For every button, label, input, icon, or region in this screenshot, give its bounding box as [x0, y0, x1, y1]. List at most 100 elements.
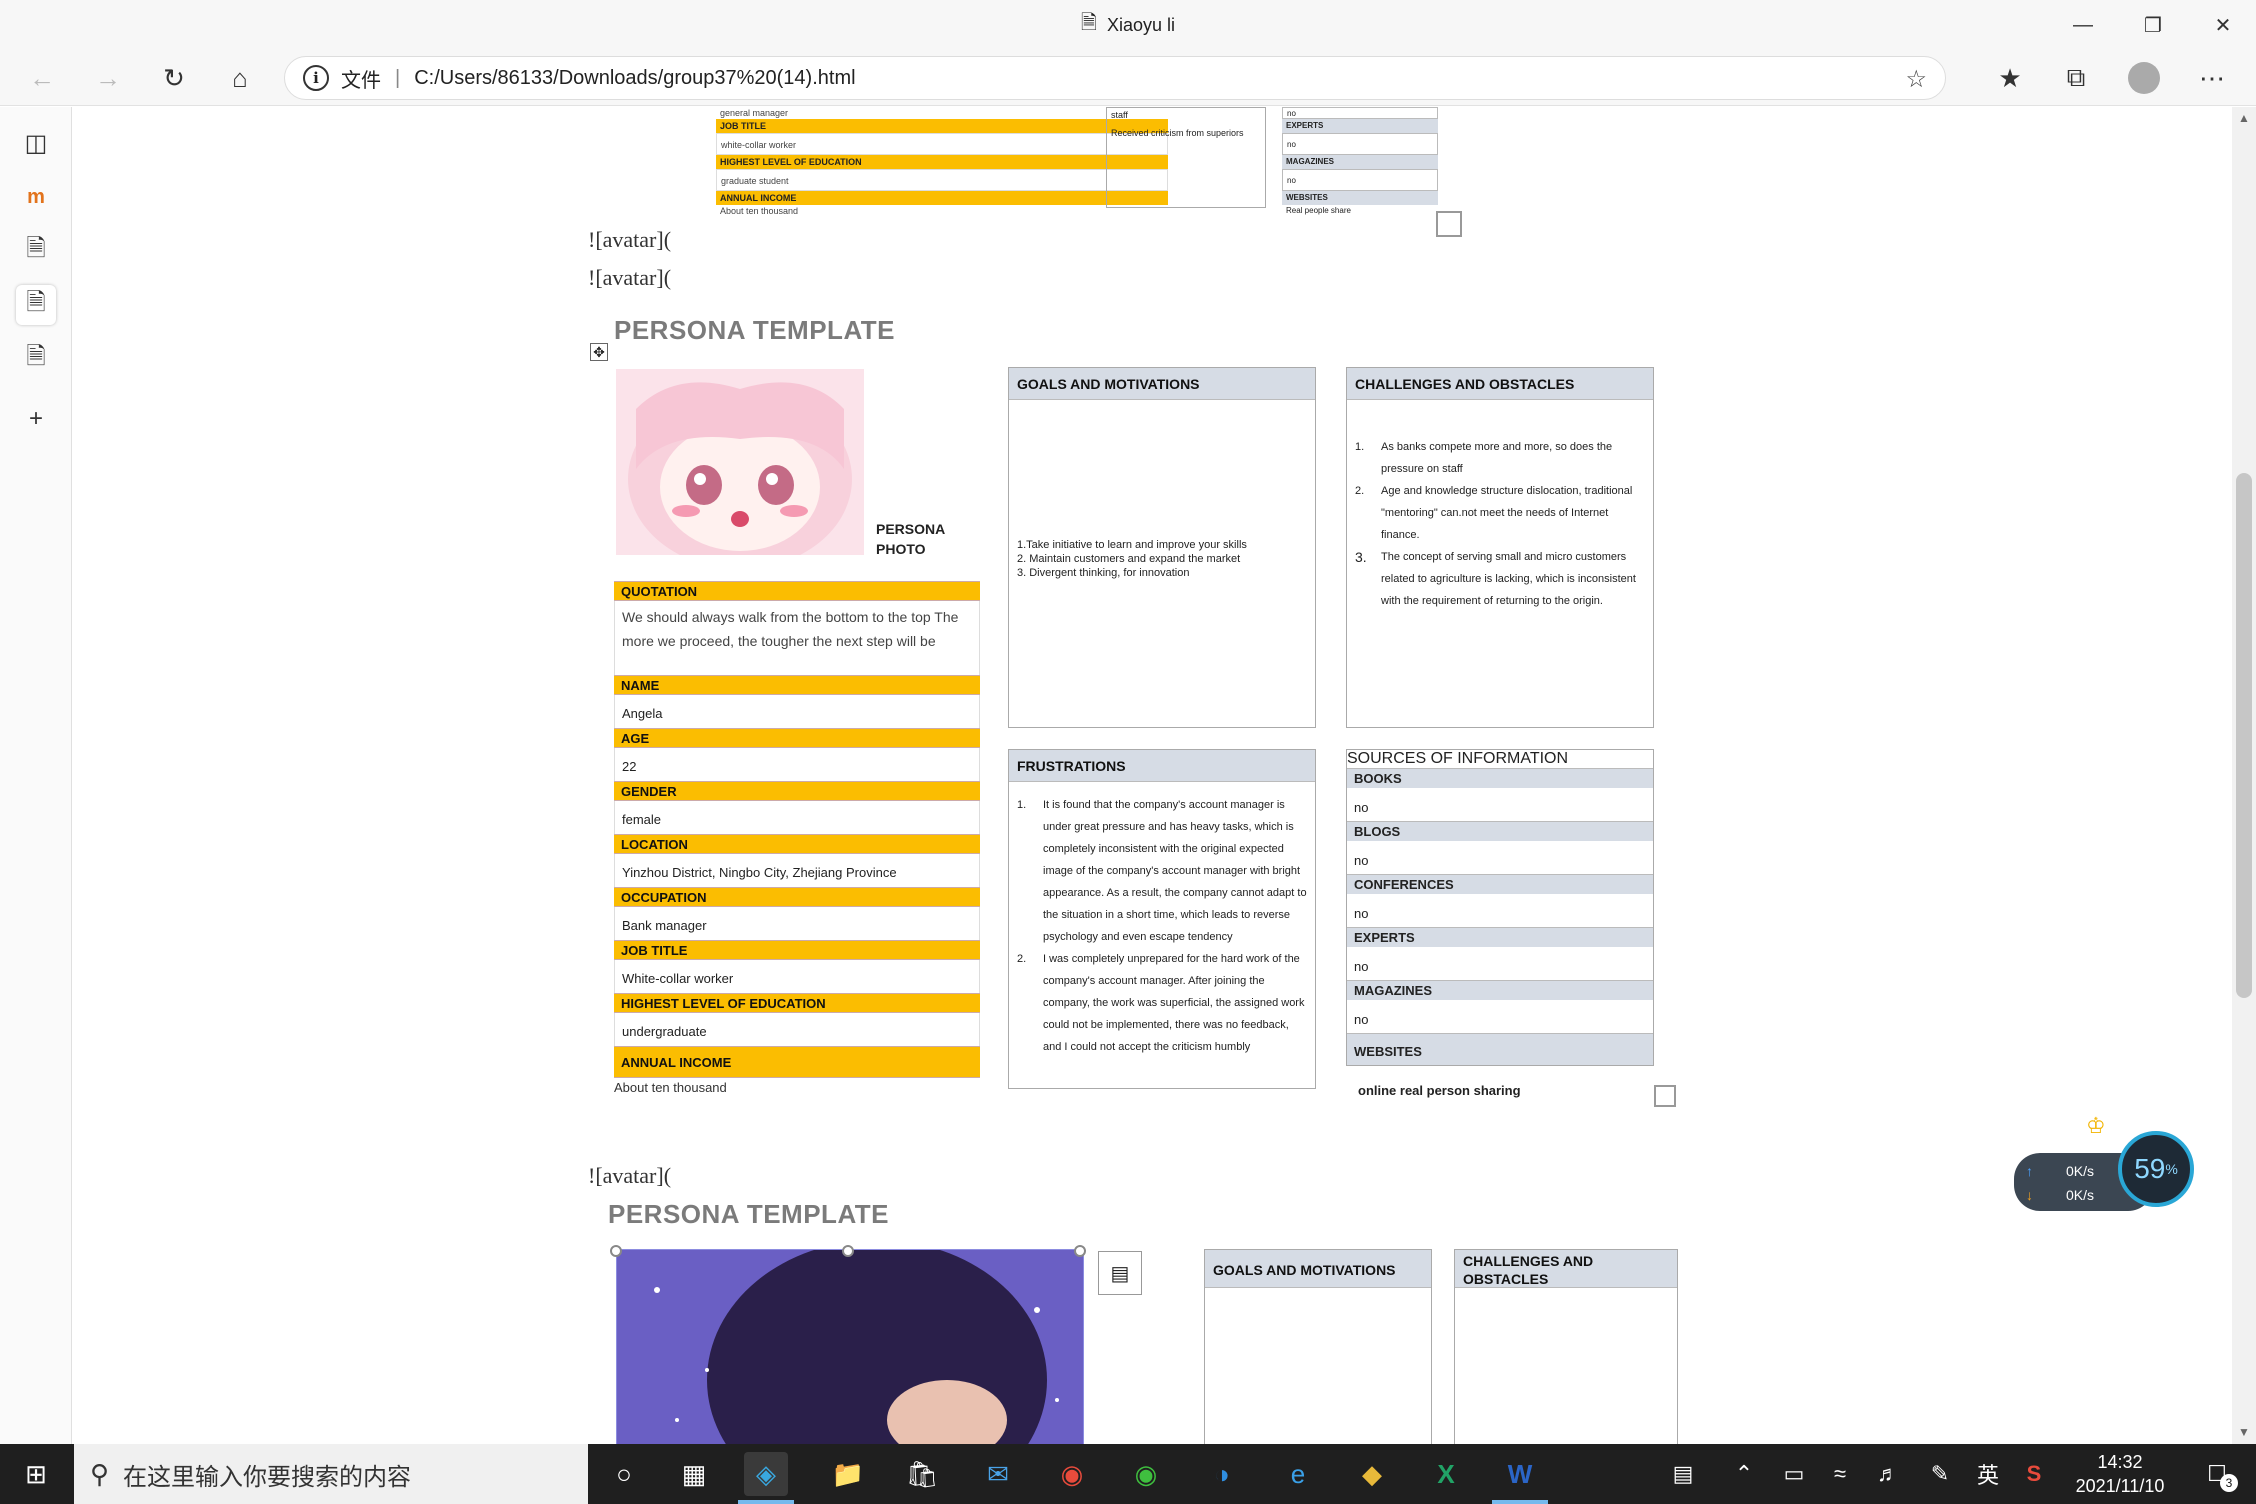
- persona-photo-anime: [616, 369, 864, 555]
- window-title: Xiaoyu li: [1107, 14, 1176, 35]
- upload-arrow-icon: ↑: [2026, 1163, 2033, 1179]
- tab-favicon-m[interactable]: m: [16, 177, 56, 217]
- move-handle-icon[interactable]: ✥: [590, 343, 608, 361]
- resize-handle[interactable]: [1074, 1245, 1086, 1257]
- security-icon[interactable]: ◑: [1200, 1452, 1244, 1496]
- page-content: general manager JOB TITLE white-collar w…: [72, 107, 2232, 1444]
- field-value: Yinzhou District, Ningbo City, Zhejiang …: [614, 854, 980, 887]
- file-explorer-icon[interactable]: 📁: [826, 1452, 870, 1496]
- source-label: MAGAZINES: [1347, 980, 1653, 1000]
- resize-handle[interactable]: [610, 1245, 622, 1257]
- source-value: no: [1354, 800, 1369, 815]
- source-value: no: [1354, 959, 1369, 974]
- home-button[interactable]: ⌂: [220, 58, 260, 98]
- photo-label-line: PERSONA: [876, 521, 946, 537]
- layout-options-icon[interactable]: ▤: [1098, 1251, 1142, 1295]
- forward-button[interactable]: →: [88, 58, 128, 98]
- photo-label-line: PHOTO: [876, 541, 926, 557]
- more-menu-icon[interactable]: ⋯: [2192, 58, 2232, 98]
- document-icon: 🗎: [1080, 12, 1098, 34]
- battery-icon[interactable]: ▭: [1774, 1444, 1814, 1504]
- taskbar-search-box[interactable]: ⚲ 在这里输入你要搜索的内容: [74, 1444, 588, 1504]
- info-icon[interactable]: i: [303, 65, 329, 91]
- scroll-down-icon[interactable]: ▼: [2238, 1425, 2250, 1439]
- download-speed: 0K/s: [2066, 1187, 2095, 1203]
- profile-avatar[interactable]: [2124, 58, 2164, 98]
- download-arrow-icon: ↓: [2026, 1187, 2033, 1203]
- notification-icon[interactable]: ☐ 3: [2192, 1444, 2242, 1504]
- volume-icon[interactable]: ♬: [1868, 1444, 1908, 1504]
- restore-button[interactable]: ❐: [2120, 0, 2186, 50]
- checkbox-placeholder[interactable]: [1436, 211, 1462, 237]
- tray-overflow-icon[interactable]: ⌃: [1724, 1444, 1764, 1504]
- store-icon[interactable]: 🛍: [900, 1452, 944, 1496]
- ime-indicator[interactable]: 英: [1968, 1444, 2008, 1504]
- percent-gauge: 59%: [2118, 1131, 2194, 1207]
- tab-actions-icon[interactable]: ◫: [16, 123, 56, 163]
- new-tab-icon[interactable]: +: [16, 399, 56, 439]
- frustrations-box: FRUSTRATIONS 1. It is found that the comp…: [1008, 749, 1316, 1089]
- partial-row-header: EXPERTS: [1282, 119, 1438, 133]
- page-scrollbar[interactable]: ▲ ▼: [2232, 107, 2256, 1444]
- wechat-icon[interactable]: ◉: [1124, 1452, 1168, 1496]
- scrollbar-thumb[interactable]: [2236, 473, 2252, 998]
- sogou-icon[interactable]: S: [2014, 1444, 2054, 1504]
- scheme-label: 文件: [341, 69, 381, 92]
- excel-icon[interactable]: X: [1424, 1452, 1468, 1496]
- edge-browser-icon[interactable]: ◈: [744, 1452, 788, 1496]
- goals-box: GOALS AND MOTIVATIONS 1.Take initiative …: [1008, 367, 1316, 728]
- tab-page-icon[interactable]: 🗎: [16, 231, 56, 271]
- network-speed-widget[interactable]: ↑ ↓ 0K/s 0K/s 59% ♔: [2014, 1113, 2194, 1217]
- search-placeholder: 在这里输入你要搜索的内容: [123, 1463, 412, 1491]
- minimize-button[interactable]: —: [2050, 0, 2116, 50]
- field-value: About ten thousand: [614, 1080, 727, 1095]
- tab-page-icon[interactable]: 🗎: [16, 339, 56, 379]
- task-view-icon[interactable]: ▦: [672, 1452, 716, 1496]
- mail-icon[interactable]: ✉: [976, 1452, 1020, 1496]
- source-value: no: [1354, 906, 1369, 921]
- goals-box-2: GOALS AND MOTIVATIONS: [1204, 1249, 1432, 1444]
- partial-row: no: [1282, 169, 1438, 191]
- field-value: We should always walk from the bottom to…: [614, 601, 980, 675]
- challenge-item: Age and knowledge structure dislocation,…: [1381, 485, 1633, 541]
- source-label: BLOGS: [1347, 821, 1653, 841]
- persona-photo-2[interactable]: [616, 1249, 1084, 1444]
- challenges-box-2: CHALLENGES AND OBSTACLES: [1454, 1249, 1678, 1444]
- add-favorite-icon[interactable]: ☆: [1905, 65, 1927, 94]
- frustration-item: It is found that the company's account m…: [1043, 799, 1307, 943]
- app-icon[interactable]: ◆: [1350, 1452, 1394, 1496]
- windows-start-icon[interactable]: ⊞: [14, 1452, 58, 1496]
- challenge-item: As banks compete more and more, so does …: [1381, 441, 1613, 475]
- persona-title-text: PERSONA TEMPLATE: [614, 315, 896, 345]
- close-button[interactable]: ✕: [2190, 0, 2256, 50]
- url-text[interactable]: C:/Users/86133/Downloads/group37%20(14).…: [414, 67, 855, 90]
- chrome-icon[interactable]: ◉: [1050, 1452, 1094, 1496]
- vertical-tabs-sidebar: ◫ m 🗎 🗎 🗎 +: [0, 107, 72, 1444]
- scroll-up-icon[interactable]: ▲: [2238, 111, 2250, 125]
- tab-page-icon-active[interactable]: 🗎: [16, 285, 56, 325]
- field-value: 22: [614, 748, 980, 781]
- checkbox-placeholder[interactable]: [1654, 1085, 1676, 1107]
- favorites-icon[interactable]: ★: [1990, 58, 2030, 98]
- address-bar[interactable]: i 文件 | C:/Users/86133/Downloads/group37%…: [284, 56, 1946, 100]
- pen-icon[interactable]: ✎: [1920, 1444, 1960, 1504]
- network-icon[interactable]: ≈: [1820, 1444, 1860, 1504]
- cortana-icon[interactable]: ○: [602, 1452, 646, 1496]
- collections-icon[interactable]: ⧉: [2056, 58, 2096, 98]
- challenge-item: The concept of serving small and micro c…: [1381, 551, 1636, 607]
- refresh-button[interactable]: ↻: [154, 58, 194, 98]
- partial-row: no: [1282, 107, 1438, 119]
- clock[interactable]: 14:32 2021/11/10: [2060, 1444, 2180, 1504]
- back-button[interactable]: ←: [22, 58, 62, 98]
- ie-icon[interactable]: e: [1276, 1452, 1320, 1496]
- clock-time: 14:32: [2097, 1452, 2143, 1472]
- partial-line: staff: [1111, 110, 1128, 120]
- list-number: 2.: [1355, 485, 1365, 497]
- partial-mid-box: staff Received criticism from superiors: [1106, 107, 1266, 208]
- word-icon[interactable]: W: [1498, 1452, 1542, 1496]
- persona-title-text: PERSONA TEMPLATE: [608, 1199, 890, 1229]
- percent-sign: %: [2165, 1161, 2178, 1177]
- news-widget-icon[interactable]: ▤: [1660, 1444, 1706, 1504]
- source-label: BOOKS: [1347, 768, 1653, 788]
- resize-handle[interactable]: [842, 1245, 854, 1257]
